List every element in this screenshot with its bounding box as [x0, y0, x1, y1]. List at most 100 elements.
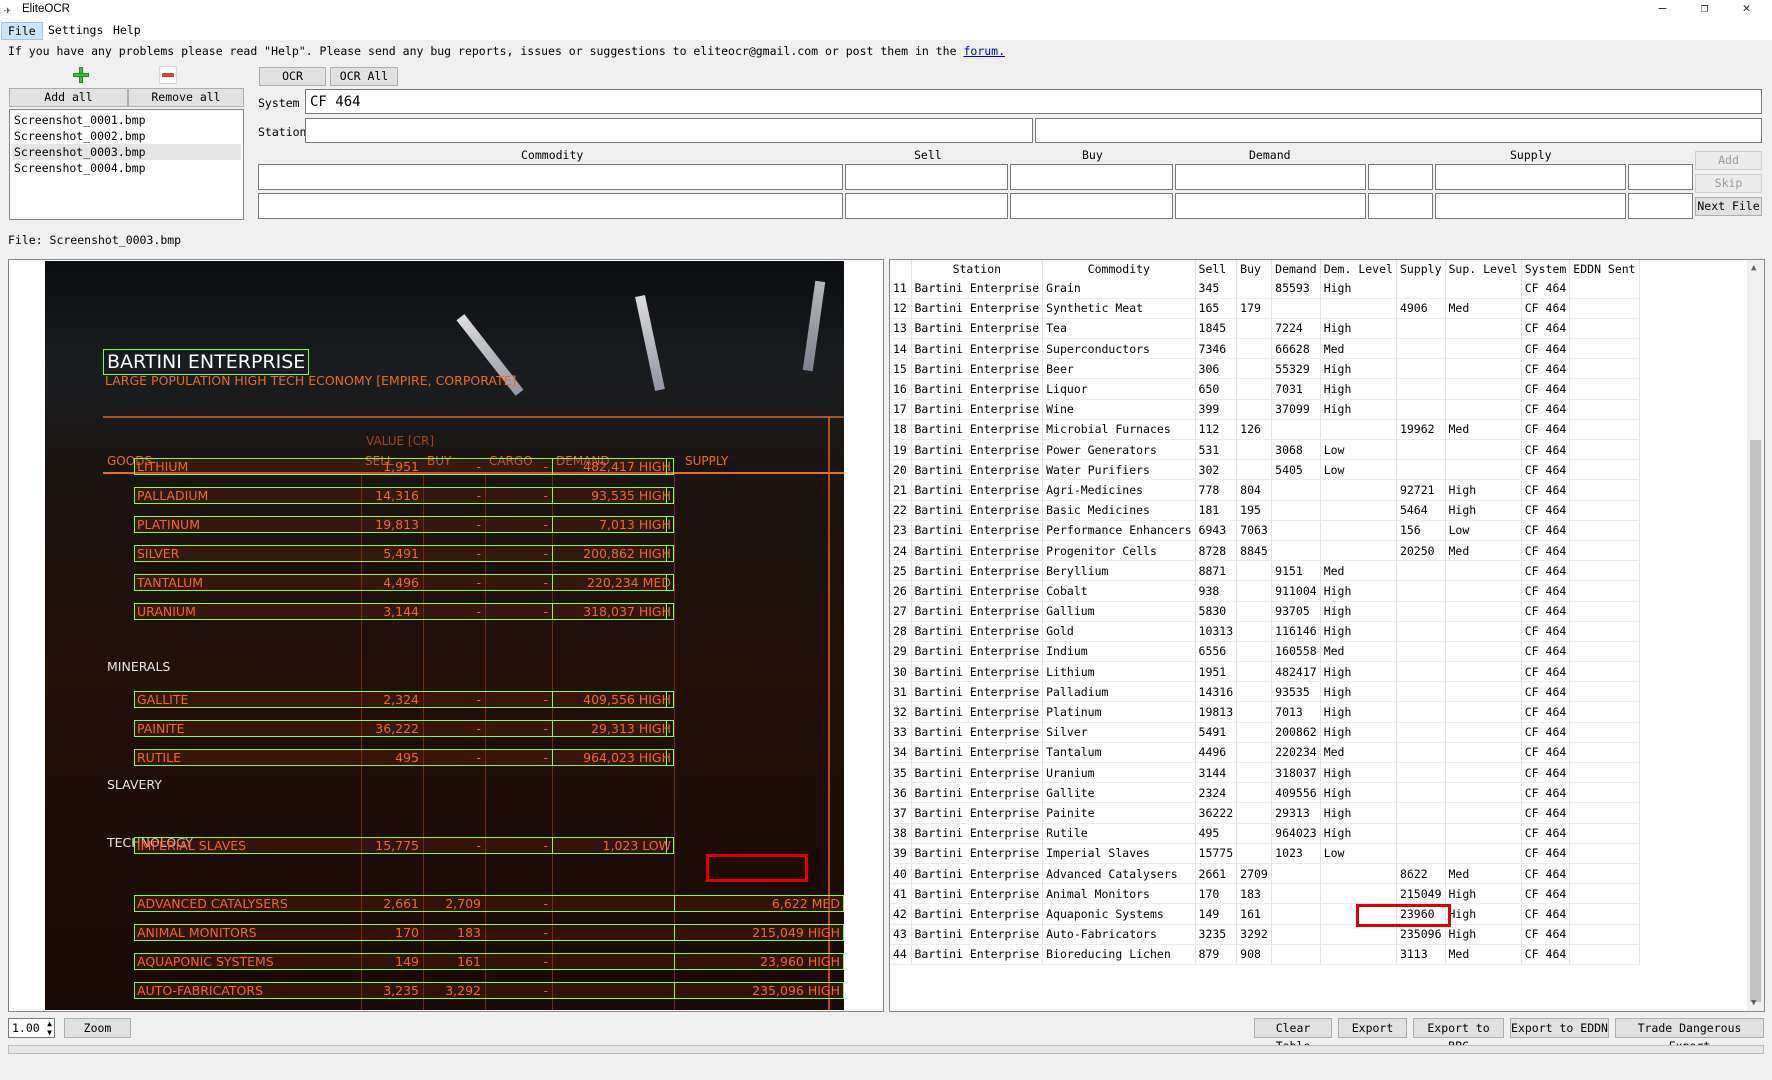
cell-station[interactable]: Bartini Enterprise	[911, 500, 1044, 521]
table-scrollbar[interactable]: ▲ ▼	[1747, 260, 1764, 1011]
cell-demand-level[interactable]: High	[1320, 782, 1397, 804]
cell-eddn-sent[interactable]	[1569, 681, 1640, 703]
cell-supply[interactable]	[1396, 762, 1446, 784]
cell-eddn-sent[interactable]	[1569, 903, 1640, 925]
table-row[interactable]: 35 Bartini Enterprise Uranium 3144 318037 Hig…	[890, 762, 1640, 784]
cell-station[interactable]: Bartini Enterprise	[911, 419, 1044, 441]
cell-demand-level[interactable]: Med	[1320, 560, 1397, 582]
commodity-input[interactable]	[258, 164, 843, 190]
table-header-cell[interactable]: Station	[911, 260, 1044, 278]
table-row[interactable]: 44 Bartini Enterprise Bioreducing Lichen 87…	[890, 944, 1640, 965]
cell-sell[interactable]: 165	[1195, 298, 1238, 319]
cell-station[interactable]: Bartini Enterprise	[911, 459, 1044, 481]
cell-station[interactable]: Bartini Enterprise	[911, 560, 1044, 582]
cell-buy[interactable]	[1236, 338, 1273, 360]
cell-demand[interactable]: 200862	[1271, 722, 1321, 743]
cell-supply-level[interactable]: Med	[1445, 540, 1522, 562]
cell-station[interactable]: Bartini Enterprise	[911, 378, 1044, 400]
file-item[interactable]: Screenshot_0002.bmp	[12, 128, 241, 144]
table-header-cell[interactable]: EDDN Sent	[1569, 260, 1640, 278]
table-row[interactable]: 14 Bartini Enterprise Superconductors 7346 6…	[890, 338, 1640, 360]
cell-row-number[interactable]: 37	[890, 802, 912, 824]
cell-station[interactable]: Bartini Enterprise	[911, 520, 1044, 541]
cell-commodity[interactable]: Synthetic Meat	[1042, 298, 1196, 319]
cell-sell[interactable]: 15775	[1195, 843, 1238, 864]
cell-system[interactable]: CF 464	[1521, 560, 1571, 582]
cell-eddn-sent[interactable]	[1569, 318, 1640, 340]
cell-supply-level[interactable]	[1445, 399, 1522, 420]
table-row[interactable]: 41 Bartini Enterprise Animal Monitors 170 18…	[890, 883, 1640, 905]
cell-sell[interactable]: 306	[1195, 358, 1238, 380]
cell-supply-level[interactable]	[1445, 459, 1522, 481]
cell-commodity[interactable]: Uranium	[1042, 762, 1196, 784]
cell-demand-level[interactable]: High	[1320, 318, 1397, 340]
cell-buy[interactable]	[1236, 742, 1273, 764]
cell-row-number[interactable]: 17	[890, 399, 912, 420]
cell-row-number[interactable]: 44	[890, 944, 912, 965]
cell-supply[interactable]	[1396, 621, 1446, 642]
table-row[interactable]: 34 Bartini Enterprise Tantalum 4496 220234 Me…	[890, 742, 1640, 764]
file-item[interactable]: Screenshot_0001.bmp	[12, 112, 241, 128]
cell-supply-level[interactable]: Med	[1445, 863, 1522, 885]
file-item[interactable]: Screenshot_0004.bmp	[12, 160, 241, 176]
cell-supply-level[interactable]	[1445, 439, 1522, 461]
cell-demand-level[interactable]: High	[1320, 823, 1397, 844]
cell-supply-level[interactable]	[1445, 742, 1522, 764]
cell-demand-level[interactable]: Low	[1320, 459, 1397, 481]
cell-station[interactable]: Bartini Enterprise	[911, 863, 1044, 885]
cell-sell[interactable]: 149	[1195, 903, 1238, 925]
cell-row-number[interactable]: 22	[890, 500, 912, 521]
cell-demand[interactable]: 93535	[1271, 681, 1321, 703]
cell-demand-level[interactable]: Med	[1320, 742, 1397, 764]
next-file-button[interactable]: Next File	[1695, 197, 1762, 216]
cell-eddn-sent[interactable]	[1569, 863, 1640, 885]
cell-station[interactable]: Bartini Enterprise	[911, 358, 1044, 380]
cell-supply-level[interactable]	[1445, 722, 1522, 743]
cell-buy[interactable]: 179	[1236, 298, 1273, 319]
cell-eddn-sent[interactable]	[1569, 298, 1640, 319]
cell-station[interactable]: Bartini Enterprise	[911, 762, 1044, 784]
cell-system[interactable]: CF 464	[1521, 459, 1571, 481]
cell-station[interactable]: Bartini Enterprise	[911, 681, 1044, 703]
demand-input[interactable]	[1175, 164, 1366, 190]
table-row[interactable]: 29 Bartini Enterprise Indium 6556 160558 Med C…	[890, 641, 1640, 663]
cell-system[interactable]: CF 464	[1521, 823, 1571, 844]
buy-input[interactable]	[1010, 164, 1173, 190]
station-input[interactable]	[305, 118, 1033, 143]
cell-buy[interactable]	[1236, 802, 1273, 824]
cell-row-number[interactable]: 33	[890, 722, 912, 743]
supply-input[interactable]	[1435, 164, 1626, 190]
cell-row-number[interactable]: 20	[890, 459, 912, 481]
cell-system[interactable]: CF 464	[1521, 863, 1571, 885]
cell-station[interactable]: Bartini Enterprise	[911, 601, 1044, 622]
cell-station[interactable]: Bartini Enterprise	[911, 479, 1044, 501]
menu-file[interactable]: File	[1, 22, 43, 40]
table-header-cell[interactable]: Sell	[1195, 260, 1238, 278]
cell-commodity[interactable]: Tantalum	[1042, 742, 1196, 764]
cell-commodity[interactable]: Silver	[1042, 722, 1196, 743]
cell-demand-level[interactable]: High	[1320, 802, 1397, 824]
cell-system[interactable]: CF 464	[1521, 399, 1571, 420]
cell-demand[interactable]: 160558	[1271, 641, 1321, 663]
cell-supply[interactable]	[1396, 681, 1446, 703]
cell-demand[interactable]: 3068	[1271, 439, 1321, 461]
cell-supply[interactable]	[1396, 601, 1446, 622]
cell-supply-level[interactable]	[1445, 621, 1522, 642]
table-row[interactable]: 13 Bartini Enterprise Tea 1845 7224 High CF 46…	[890, 318, 1640, 340]
cell-commodity[interactable]: Basic Medicines	[1042, 500, 1196, 521]
cell-station[interactable]: Bartini Enterprise	[911, 903, 1044, 925]
cell-row-number[interactable]: 30	[890, 661, 912, 683]
cell-commodity[interactable]: Lithium	[1042, 661, 1196, 683]
cell-supply-level[interactable]: High	[1445, 500, 1522, 521]
cell-supply[interactable]	[1396, 439, 1446, 461]
cell-system[interactable]: CF 464	[1521, 298, 1571, 319]
cell-demand[interactable]: 66628	[1271, 338, 1321, 360]
cell-demand[interactable]: 9151	[1271, 560, 1321, 582]
table-header-cell[interactable]: Demand	[1271, 260, 1321, 278]
cell-commodity[interactable]: Water Purifiers	[1042, 459, 1196, 481]
cell-supply-level[interactable]: Low	[1445, 520, 1522, 541]
cell-supply-level[interactable]	[1445, 378, 1522, 400]
cell-buy[interactable]: 126	[1236, 419, 1273, 441]
cell-commodity[interactable]: Aquaponic Systems	[1042, 903, 1196, 925]
cell-buy[interactable]	[1236, 823, 1273, 844]
